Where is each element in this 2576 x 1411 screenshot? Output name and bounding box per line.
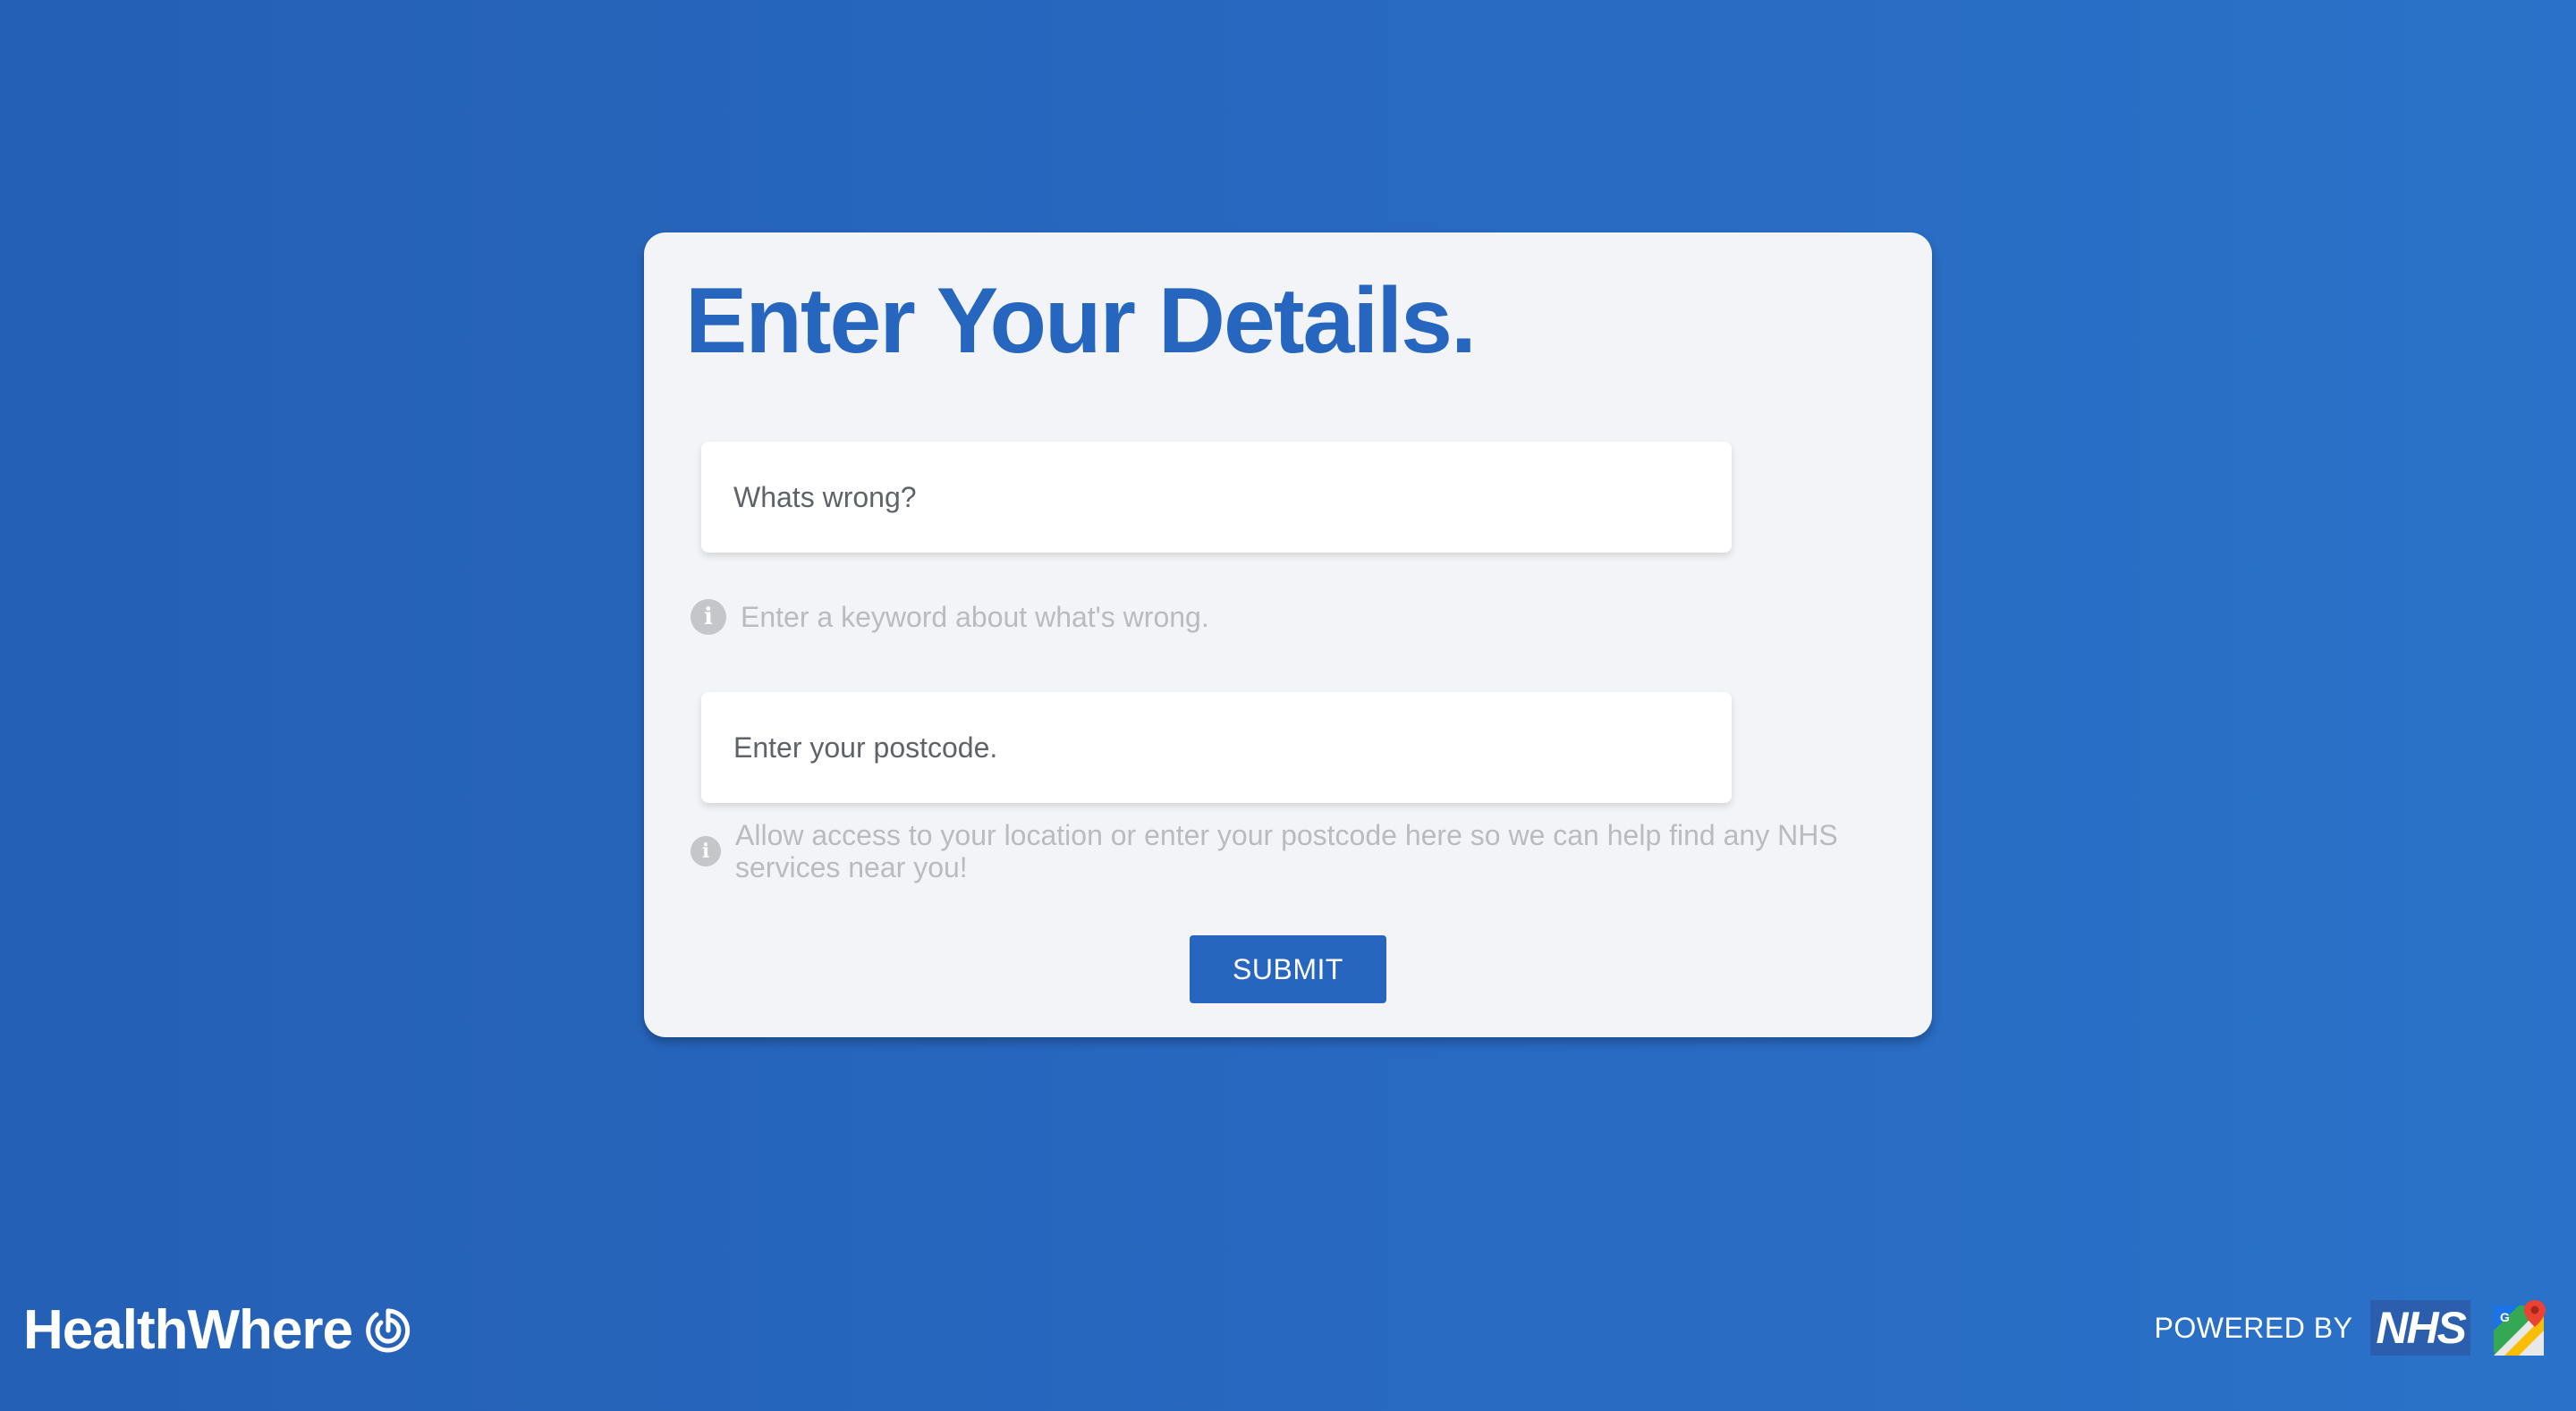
postcode-hint: i Allow access to your location or enter… <box>691 819 1889 883</box>
postcode-input[interactable] <box>701 692 1732 803</box>
svg-text:G: G <box>2500 1310 2510 1324</box>
submit-button[interactable]: SUBMIT <box>1190 935 1386 1003</box>
info-icon: i <box>691 836 721 866</box>
problem-hint: i Enter a keyword about what's wrong. <box>691 599 1209 635</box>
details-card: Enter Your Details. i Enter a keyword ab… <box>644 232 1932 1037</box>
page-title: Enter Your Details. <box>685 269 1477 373</box>
problem-hint-text: Enter a keyword about what's wrong. <box>741 601 1209 633</box>
nhs-logo: NHS <box>2370 1300 2470 1356</box>
target-icon <box>365 1307 411 1354</box>
info-icon: i <box>691 599 726 635</box>
powered-by: POWERED BY NHS G <box>2155 1298 2550 1357</box>
problem-input[interactable] <box>701 442 1732 553</box>
postcode-hint-text: Allow access to your location or enter y… <box>735 819 1838 883</box>
powered-by-text: POWERED BY <box>2154 1311 2353 1344</box>
brand-name: HealthWhere <box>23 1299 353 1361</box>
brand[interactable]: HealthWhere <box>23 1298 411 1362</box>
google-maps-icon: G <box>2492 1298 2549 1357</box>
